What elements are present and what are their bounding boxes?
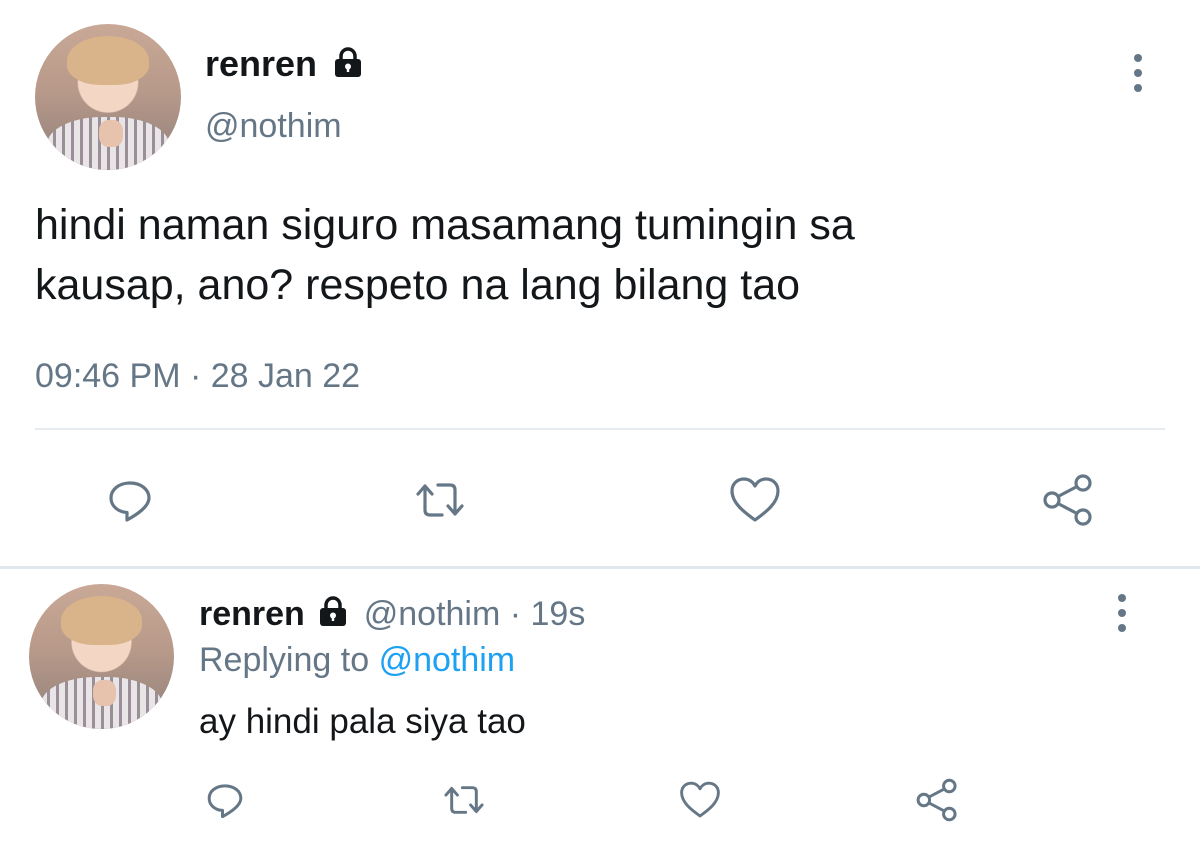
reply-button[interactable]	[100, 470, 160, 530]
author-line: renren	[205, 40, 363, 90]
display-name[interactable]: renren	[205, 43, 317, 84]
share-button[interactable]	[911, 774, 963, 826]
replying-handle-link[interactable]: @nothim	[379, 641, 516, 679]
retweet-icon	[416, 483, 464, 517]
avatar[interactable]	[29, 584, 174, 729]
display-name[interactable]: renren	[199, 595, 305, 633]
lock-icon	[318, 594, 348, 638]
like-icon	[730, 477, 780, 522]
share-icon	[1043, 474, 1092, 526]
lock-icon	[333, 42, 363, 90]
like-icon	[680, 781, 720, 818]
share-icon	[916, 778, 957, 822]
avatar[interactable]	[35, 24, 181, 170]
handle[interactable]: @nothim	[205, 104, 342, 148]
reply-text: ay hindi pala siya tao	[199, 702, 526, 741]
thread-divider	[0, 566, 1200, 569]
more-options-icon[interactable]	[1115, 594, 1129, 632]
retweet-button[interactable]	[410, 470, 470, 530]
reply-button[interactable]	[200, 775, 250, 825]
handle-time[interactable]: @nothim · 19s	[364, 595, 586, 633]
reply-icon	[207, 784, 243, 819]
reply-icon	[109, 481, 151, 522]
more-options-icon[interactable]	[1131, 54, 1145, 92]
share-button[interactable]	[1036, 468, 1100, 532]
replying-to: Replying to @nothim	[199, 641, 516, 679]
like-button[interactable]	[674, 774, 726, 826]
divider	[35, 428, 1165, 430]
retweet-icon	[444, 786, 484, 814]
retweet-button[interactable]	[437, 775, 491, 825]
tweet-text: hindi naman siguro masamang tumingin sa …	[35, 201, 855, 309]
like-button[interactable]	[723, 468, 787, 532]
timestamp[interactable]: 09:46 PM · 28 Jan 22	[35, 356, 360, 396]
reply-author-line: renren @nothim · 19s	[199, 592, 585, 638]
